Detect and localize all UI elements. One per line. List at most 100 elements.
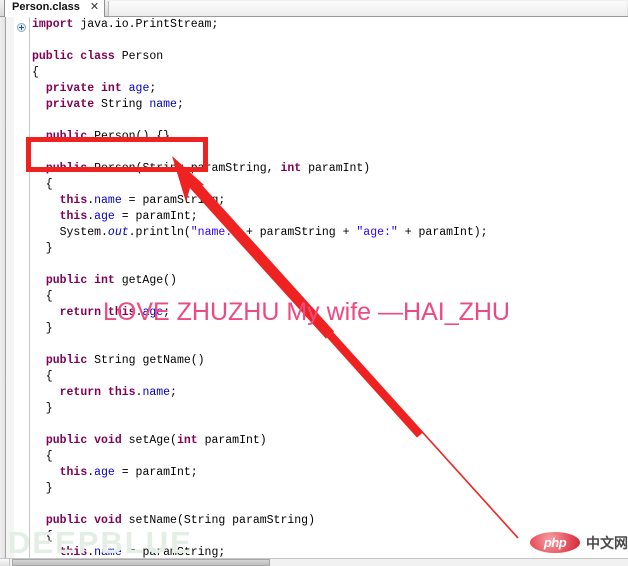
code-token: .println( [128, 226, 191, 239]
code-token: Person() {} [87, 130, 171, 143]
code-token: = paramString; [121, 194, 226, 207]
code-token: name [149, 98, 177, 111]
editor-gutter-folding-strip[interactable] [14, 17, 30, 558]
code-line: { [32, 65, 622, 81]
code-line: this.age = paramInt; [32, 209, 622, 225]
code-text[interactable]: import java.io.PrintStream; public class… [32, 17, 622, 558]
code-token: = paramInt; [114, 210, 198, 223]
code-token: String [94, 98, 150, 111]
overlay-love-text: LOVE ZHUZHU My wife —HAI_ZHU [103, 298, 510, 326]
code-line: private int age; [32, 81, 622, 97]
code-token: paramInt) [301, 162, 371, 175]
code-token: getAge() [114, 274, 177, 287]
code-token: private [45, 98, 95, 111]
code-line: public Person(String paramString, int pa… [32, 161, 622, 177]
code-token: this [59, 466, 88, 479]
code-line: public Person() {} [32, 129, 622, 145]
tab-bar-empty-area [108, 1, 627, 16]
code-line: { [32, 369, 622, 385]
code-line: import java.io.PrintStream; [32, 17, 622, 33]
tab-label: Person.class [12, 1, 80, 13]
php-logo-icon: php [530, 532, 580, 553]
code-token: this [59, 194, 88, 207]
code-line: this.name = paramString; [32, 193, 622, 209]
code-token: String getName() [87, 354, 205, 367]
code-line: } [32, 481, 622, 497]
code-token: private int [45, 82, 122, 95]
code-token: this [59, 210, 88, 223]
code-token: return this [59, 386, 136, 399]
php-logo-label: php [543, 535, 567, 550]
code-token: { [32, 66, 39, 79]
code-token: age [94, 210, 115, 223]
scroll-left-button[interactable] [0, 559, 10, 566]
close-icon[interactable]: ✕ [90, 1, 99, 13]
code-token: java.io.PrintStream; [73, 18, 219, 31]
code-token: public [45, 130, 88, 143]
code-line: public void setAge(int paramInt) [32, 433, 622, 449]
code-token: public class [32, 50, 115, 63]
code-token: + paramInt); [397, 226, 488, 239]
code-token: "age:" [356, 226, 398, 239]
code-token: + paramString + [239, 226, 357, 239]
code-line: System.out.println("name:" + paramString… [32, 225, 622, 241]
code-line: { [32, 449, 622, 465]
horizontal-scrollbar-thumb[interactable] [12, 559, 270, 566]
code-line: public String getName() [32, 353, 622, 369]
code-token: ; [149, 82, 157, 95]
code-line: } [32, 241, 622, 257]
code-token: name [142, 386, 171, 399]
horizontal-scrollbar[interactable] [0, 558, 628, 566]
code-token: public void [45, 434, 122, 447]
code-token: ; [176, 98, 184, 111]
code-token: int [176, 434, 198, 447]
code-line: this.age = paramInt; [32, 465, 622, 481]
code-token: out [107, 226, 129, 239]
php-watermark: php 中文网 [530, 532, 628, 553]
code-token: import [32, 18, 74, 31]
code-token: } [32, 482, 53, 495]
background-watermark: DEEPBLUE [8, 525, 193, 558]
code-line: { [32, 177, 622, 193]
code-editor[interactable]: import java.io.PrintStream; public class… [0, 17, 628, 558]
code-line: public int getAge() [32, 273, 622, 289]
code-token: } [32, 322, 53, 335]
expand-fold-icon[interactable] [17, 23, 26, 32]
code-token: { [32, 178, 53, 191]
code-token: Person(String paramString, [87, 162, 281, 175]
code-token: { [32, 290, 53, 303]
code-token: } [32, 242, 53, 255]
code-line: public class Person [32, 49, 622, 65]
tab-person-class[interactable]: Person.class ✕ [4, 0, 106, 17]
code-token: ; [170, 386, 177, 399]
code-token: { [32, 370, 53, 383]
code-token: int [280, 162, 302, 175]
code-token: name [94, 194, 122, 207]
code-token: { [32, 450, 53, 463]
code-token: paramInt) [197, 434, 267, 447]
code-token: public int [45, 274, 115, 287]
php-watermark-label: 中文网 [586, 535, 628, 552]
code-line: return this.name; [32, 385, 622, 401]
code-token: System. [32, 226, 108, 239]
code-token: } [32, 402, 53, 415]
code-token: age [94, 466, 115, 479]
code-token: "name:" [190, 226, 240, 239]
